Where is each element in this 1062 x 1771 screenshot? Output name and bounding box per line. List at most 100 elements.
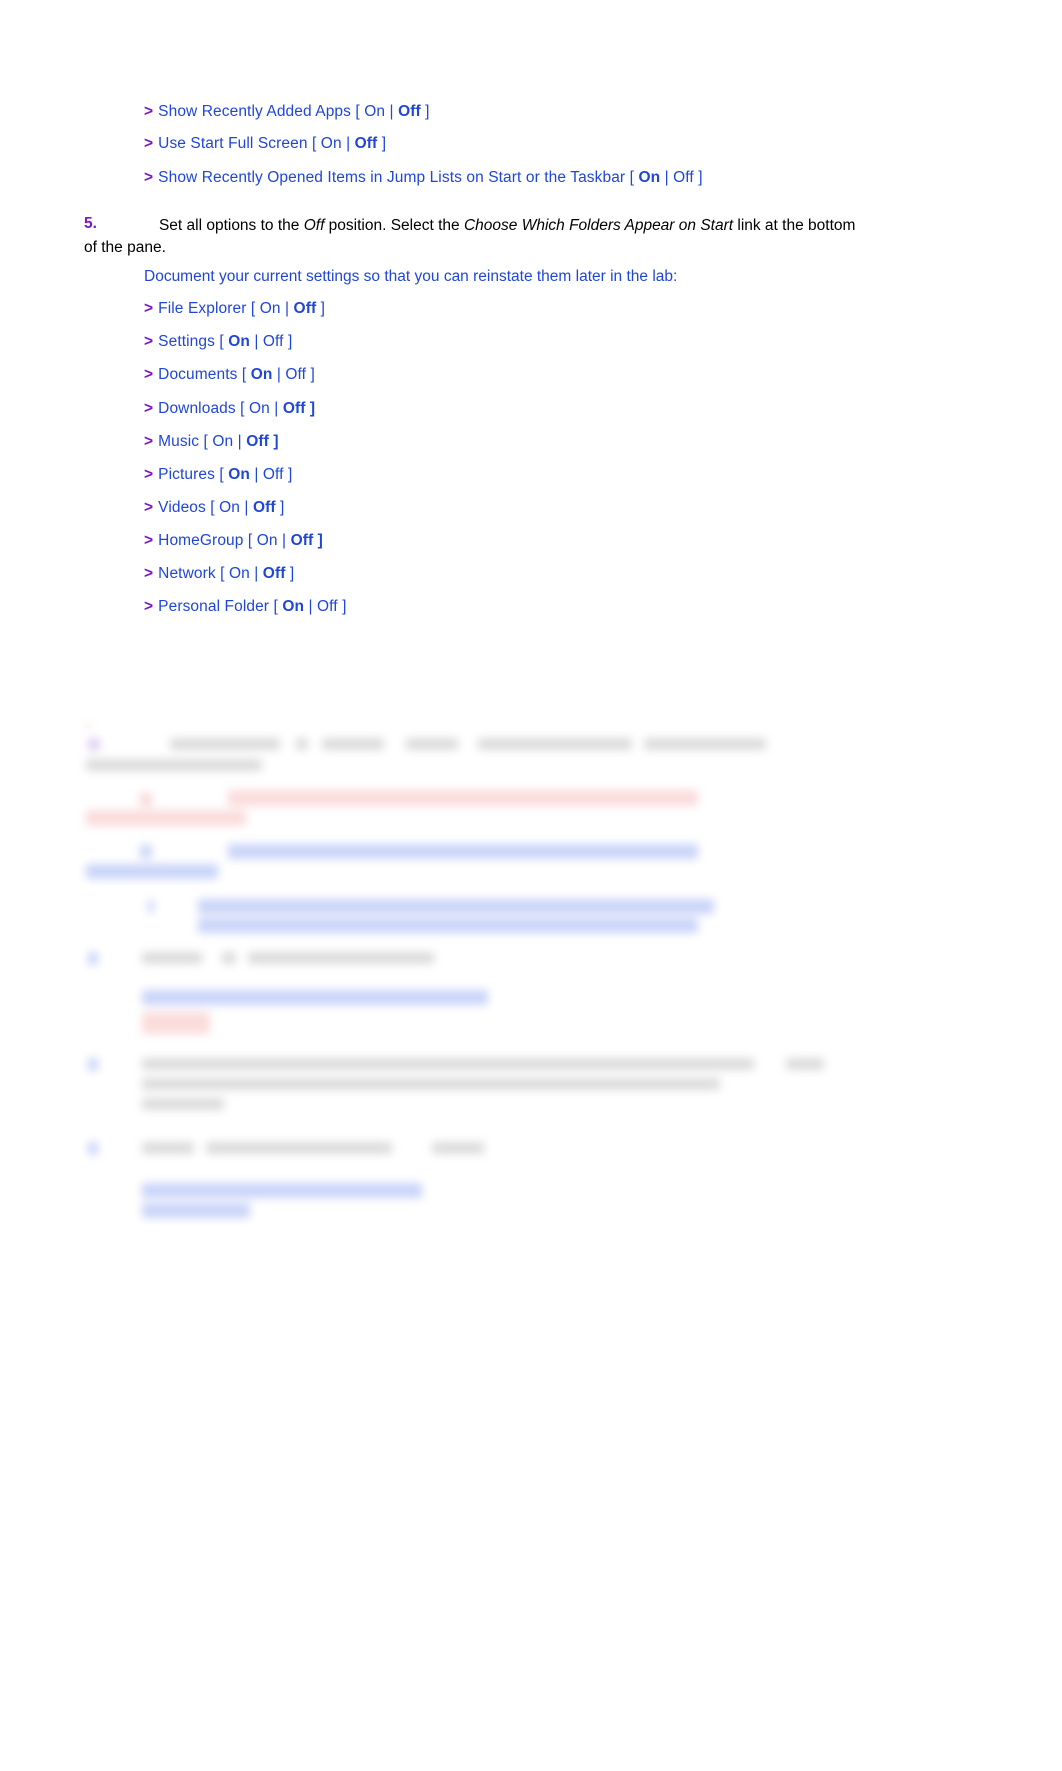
option-separator: |: [385, 103, 399, 120]
option-separator: |: [240, 499, 253, 516]
bracket-close: ]: [283, 466, 293, 483]
list-item: > Show Recently Added Apps [ On | Off ]: [144, 103, 430, 122]
step-emphasis-off: Off: [303, 217, 325, 234]
option-on: On: [219, 499, 240, 516]
bracket-open: [: [625, 169, 639, 186]
option-off: Off: [246, 433, 269, 450]
bracket-close: ]: [316, 300, 326, 317]
bracket-open: [: [214, 466, 229, 483]
list-item: > File Explorer [ On | Off ]: [144, 300, 325, 319]
chevron-right-marker-icon: >: [144, 532, 154, 549]
list-item-label: Downloads: [158, 400, 236, 417]
step-emphasis-link-name: Choose Which Folders Appear on Start: [463, 217, 734, 234]
bracket-open: [: [199, 433, 213, 450]
bracket-open: [: [351, 103, 365, 120]
chevron-right-marker-icon: >: [144, 499, 154, 516]
bracket-open: [: [214, 333, 229, 350]
option-off: Off: [262, 565, 286, 582]
option-off: Off: [290, 532, 314, 549]
option-on: On: [282, 598, 305, 615]
option-off: Off: [282, 400, 306, 417]
list-item-label: Network: [158, 565, 216, 582]
option-on: On: [228, 333, 250, 350]
obscured-content-region: [0, 690, 1062, 1110]
bracket-open: [: [307, 135, 321, 152]
step-paragraph: 5.Set all options to the Off position. S…: [84, 215, 864, 260]
list-item: > Documents [ On | Off ]: [144, 366, 315, 385]
list-item-label: HomeGroup: [158, 532, 244, 549]
list-item: > Use Start Full Screen [ On | Off ]: [144, 135, 386, 154]
option-separator: |: [304, 598, 317, 615]
bracket-close: ]: [693, 169, 703, 186]
option-separator: |: [233, 433, 247, 450]
option-off: Off: [262, 333, 284, 350]
obscured-content-region-lower: [0, 1120, 1062, 1320]
bracket-open: [: [205, 499, 220, 516]
bracket-open: [: [243, 532, 257, 549]
bracket-open: [: [237, 366, 251, 383]
option-off: Off: [262, 466, 284, 483]
step-text-1: Set all options to the: [158, 217, 304, 234]
chevron-right-marker-icon: >: [144, 598, 154, 615]
step-text-2: position. Select the: [324, 217, 464, 234]
option-on: On: [320, 135, 342, 152]
list-item-label: Show Recently Opened Items in Jump Lists…: [158, 169, 626, 186]
list-item: > Show Recently Opened Items in Jump List…: [144, 169, 703, 188]
chevron-right-marker-icon: >: [144, 135, 154, 152]
list-item-label: Personal Folder: [158, 598, 270, 615]
option-on: On: [638, 169, 661, 186]
bracket-close: ]: [285, 565, 295, 582]
option-separator: |: [660, 169, 674, 186]
list-item-label: Settings: [158, 333, 215, 350]
list-item: > Music [ On | Off ]: [144, 433, 279, 452]
option-off: Off: [354, 135, 378, 152]
option-off: Off: [293, 300, 317, 317]
document-page: > Show Recently Added Apps [ On | Off ] >…: [0, 0, 1062, 1771]
chevron-right-marker-icon: >: [144, 169, 154, 186]
option-off: Off: [285, 366, 307, 383]
list-item-label: Pictures: [158, 466, 215, 483]
bracket-open: [: [215, 565, 229, 582]
list-item: > Pictures [ On | Off ]: [144, 466, 292, 485]
list-item: > Personal Folder [ On | Off ]: [144, 598, 347, 617]
list-item-label: Music: [158, 433, 200, 450]
chevron-right-marker-icon: >: [144, 366, 154, 383]
option-on: On: [364, 103, 386, 120]
option-on: On: [259, 300, 281, 317]
option-on: On: [250, 366, 273, 383]
list-item-label: Videos: [158, 499, 206, 516]
option-separator: |: [249, 565, 263, 582]
option-separator: |: [341, 135, 355, 152]
option-off: Off: [398, 103, 421, 120]
option-separator: |: [280, 300, 294, 317]
chevron-right-marker-icon: >: [144, 333, 154, 350]
list-item: > HomeGroup [ On | Off ]: [144, 532, 323, 551]
option-off: Off: [317, 598, 338, 615]
bracket-close: ]: [313, 532, 323, 549]
chevron-right-marker-icon: >: [144, 466, 154, 483]
list-item-label: Documents: [158, 366, 238, 383]
list-item-label: Show Recently Added Apps: [158, 103, 351, 120]
bracket-close: ]: [283, 333, 293, 350]
chevron-right-marker-icon: >: [144, 433, 154, 450]
option-separator: |: [249, 466, 263, 483]
bracket-open: [: [246, 300, 260, 317]
list-item-label: Use Start Full Screen: [158, 135, 308, 152]
option-off: Off: [673, 169, 694, 186]
option-separator: |: [249, 333, 263, 350]
list-item-label: File Explorer: [158, 300, 247, 317]
bracket-open: [: [235, 400, 249, 417]
bracket-close: ]: [420, 103, 430, 120]
list-item: > Videos [ On | Off ]: [144, 499, 284, 518]
option-on: On: [228, 466, 250, 483]
chevron-right-marker-icon: >: [144, 103, 154, 120]
documentation-note: Document your current settings so that y…: [144, 268, 678, 285]
list-item: > Downloads [ On | Off ]: [144, 400, 315, 419]
option-on: On: [256, 532, 278, 549]
bracket-close: ]: [306, 366, 315, 383]
option-on: On: [228, 565, 250, 582]
option-off: Off: [252, 499, 276, 516]
bracket-close: ]: [377, 135, 387, 152]
option-on: On: [212, 433, 234, 450]
chevron-right-marker-icon: >: [144, 300, 154, 317]
